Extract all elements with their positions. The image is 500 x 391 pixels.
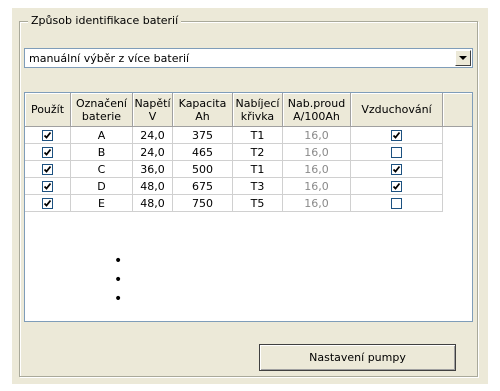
label-cell: C <box>71 161 133 178</box>
use-checkbox[interactable] <box>42 197 53 209</box>
pump-settings-button[interactable]: Nastavení pumpy <box>259 344 456 371</box>
aeration-checkbox[interactable] <box>391 163 402 175</box>
table-row[interactable]: B 24,0 465 T2 16,0 <box>25 144 443 161</box>
ellipsis-dot: • <box>114 253 123 269</box>
capacity-cell: 750 <box>173 195 233 212</box>
capacity-cell: 375 <box>173 127 233 144</box>
voltage-cell: 24,0 <box>133 127 173 144</box>
checkmark-icon <box>392 165 401 173</box>
battery-settings-panel: Způsob identifikace baterií manuální výb… <box>12 8 488 384</box>
label-cell: A <box>71 127 133 144</box>
current-cell: 16,0 <box>283 195 351 212</box>
table-body: A 24,0 375 T1 16,0 B 24,0 465 T2 16,0 C 36,0 500 T1 16… <box>25 127 443 212</box>
capacity-cell: 465 <box>173 144 233 161</box>
group-title: Způsob identifikace baterií <box>28 14 182 28</box>
ellipsis-dot: • <box>114 272 123 288</box>
label-cell: E <box>71 195 133 212</box>
curve-cell: T1 <box>233 127 283 144</box>
dropdown-button[interactable] <box>455 50 471 66</box>
aeration-cell <box>351 144 443 161</box>
use-checkbox[interactable] <box>42 146 53 158</box>
aeration-checkbox[interactable] <box>391 180 402 192</box>
chevron-down-icon <box>459 56 467 60</box>
checkmark-icon <box>43 131 52 139</box>
column-header-aeration[interactable]: Vzduchování <box>351 93 443 127</box>
table-row[interactable]: A 24,0 375 T1 16,0 <box>25 127 443 144</box>
column-header-capacity[interactable]: Kapacita Ah <box>173 93 233 127</box>
label-cell: B <box>71 144 133 161</box>
column-header-current[interactable]: Nab.proud A/100Ah <box>283 93 351 127</box>
table-row[interactable]: E 48,0 750 T5 16,0 <box>25 195 443 212</box>
use-cell <box>25 195 71 212</box>
column-header-voltage[interactable]: Napětí V <box>133 93 173 127</box>
use-cell <box>25 144 71 161</box>
aeration-cell <box>351 178 443 195</box>
column-header-label[interactable]: Označení baterie <box>71 93 133 127</box>
label-cell: D <box>71 178 133 195</box>
curve-cell: T1 <box>233 161 283 178</box>
table-row[interactable]: D 48,0 675 T3 16,0 <box>25 178 443 195</box>
aeration-checkbox[interactable] <box>391 129 402 141</box>
aeration-checkbox[interactable] <box>391 197 402 209</box>
current-cell: 16,0 <box>283 127 351 144</box>
use-checkbox[interactable] <box>42 129 53 141</box>
current-cell: 16,0 <box>283 178 351 195</box>
battery-list[interactable]: Použít Označení baterie Napětí V Kapacit… <box>24 92 473 322</box>
checkmark-icon <box>43 199 52 207</box>
aeration-checkbox[interactable] <box>391 146 402 158</box>
checkmark-icon <box>43 182 52 190</box>
use-checkbox[interactable] <box>42 163 53 175</box>
capacity-cell: 500 <box>173 161 233 178</box>
column-header-curve[interactable]: Nabíjecí křivka <box>233 93 283 127</box>
checkmark-icon <box>43 165 52 173</box>
aeration-cell <box>351 195 443 212</box>
identification-mode-value: manuální výběr z více baterií <box>29 52 190 65</box>
voltage-cell: 36,0 <box>133 161 173 178</box>
ellipsis-dot: • <box>114 291 123 307</box>
current-cell: 16,0 <box>283 144 351 161</box>
identification-mode-select[interactable]: manuální výběr z více baterií <box>24 48 473 68</box>
voltage-cell: 24,0 <box>133 144 173 161</box>
curve-cell: T5 <box>233 195 283 212</box>
curve-cell: T3 <box>233 178 283 195</box>
checkmark-icon <box>43 148 52 156</box>
checkmark-icon <box>392 182 401 190</box>
column-header-use[interactable]: Použít <box>25 93 71 127</box>
use-cell <box>25 178 71 195</box>
curve-cell: T2 <box>233 144 283 161</box>
voltage-cell: 48,0 <box>133 178 173 195</box>
table-row[interactable]: C 36,0 500 T1 16,0 <box>25 161 443 178</box>
voltage-cell: 48,0 <box>133 195 173 212</box>
use-cell <box>25 127 71 144</box>
use-cell <box>25 161 71 178</box>
table-header: Použít Označení baterie Napětí V Kapacit… <box>25 93 472 127</box>
capacity-cell: 675 <box>173 178 233 195</box>
column-header-filler <box>443 93 472 127</box>
aeration-cell <box>351 127 443 144</box>
aeration-cell <box>351 161 443 178</box>
checkmark-icon <box>392 131 401 139</box>
current-cell: 16,0 <box>283 161 351 178</box>
use-checkbox[interactable] <box>42 180 53 192</box>
